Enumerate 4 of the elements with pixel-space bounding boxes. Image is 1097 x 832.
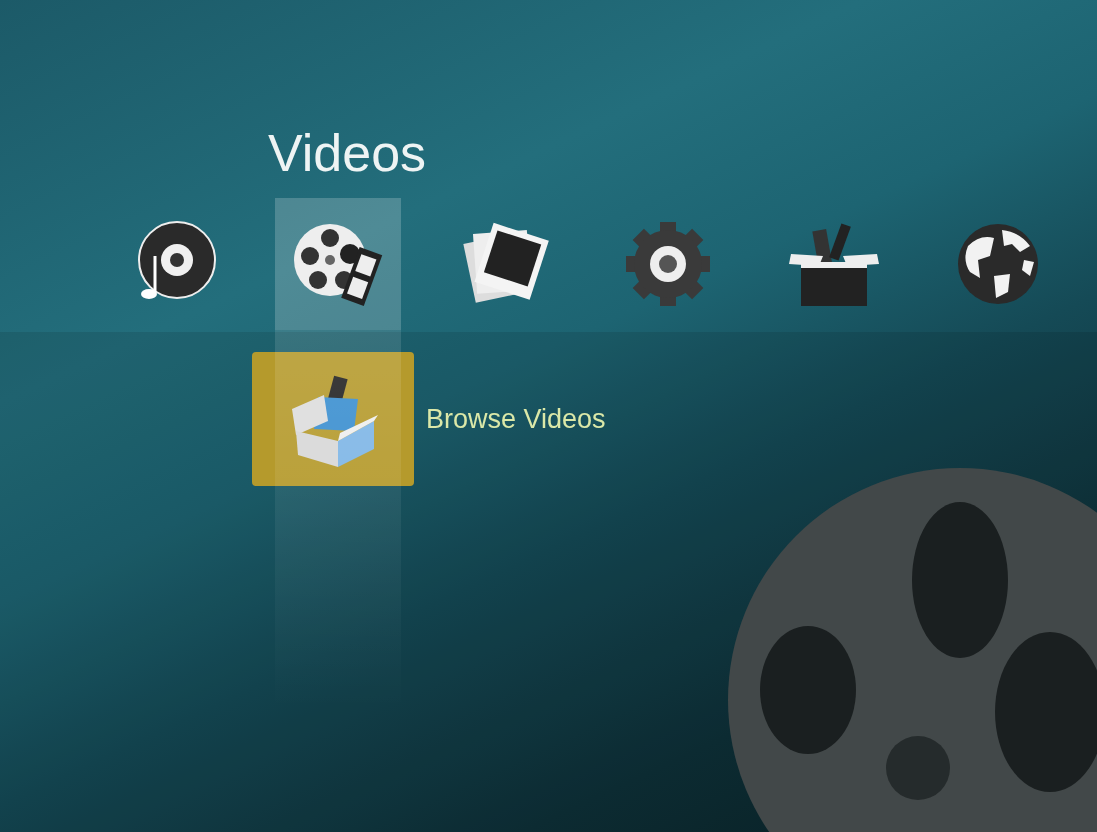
section-title: Videos — [268, 123, 428, 184]
category-tile[interactable] — [274, 198, 401, 330]
menu-item-label[interactable]: Browse Videos — [426, 398, 606, 440]
menu-item-tile[interactable] — [252, 352, 414, 486]
